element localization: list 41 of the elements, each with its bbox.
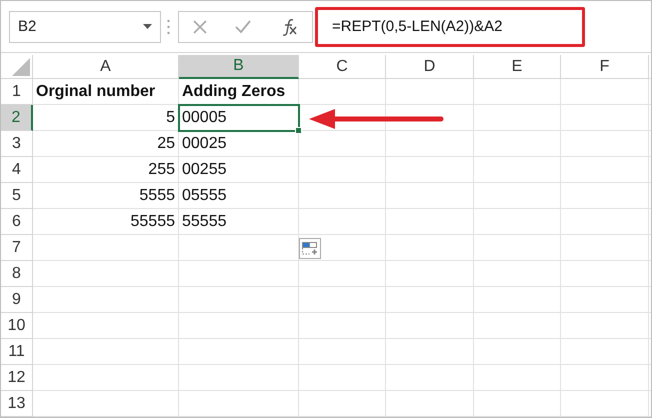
- table-cell[interactable]: 00005: [179, 105, 299, 131]
- row-header[interactable]: 2: [1, 105, 33, 131]
- name-box[interactable]: B2: [9, 10, 161, 42]
- table-cell[interactable]: 05555: [179, 183, 299, 209]
- row-header[interactable]: 5: [1, 183, 33, 209]
- cancel-icon[interactable]: [193, 20, 208, 34]
- fill-handle[interactable]: [295, 127, 302, 134]
- table-cell[interactable]: 00025: [179, 131, 299, 157]
- table-cell[interactable]: 25: [33, 131, 179, 157]
- column-header[interactable]: A: [33, 55, 179, 79]
- row-header[interactable]: 11: [1, 339, 33, 365]
- table-cell[interactable]: Adding Zeros: [179, 79, 299, 105]
- row-header[interactable]: 4: [1, 157, 33, 183]
- row-header[interactable]: 3: [1, 131, 33, 157]
- row-header[interactable]: 13: [1, 391, 33, 417]
- row-header[interactable]: 1: [1, 79, 33, 105]
- column-header[interactable]: F: [561, 55, 649, 79]
- column-header[interactable]: D: [386, 55, 474, 79]
- column-header[interactable]: E: [474, 55, 561, 79]
- paste-options-icon[interactable]: [299, 238, 321, 259]
- table-cell[interactable]: 5: [33, 105, 179, 131]
- table-cell[interactable]: 55555: [33, 209, 179, 235]
- select-all-corner[interactable]: [1, 55, 33, 79]
- cell-reference: B2: [18, 18, 36, 35]
- table-cell[interactable]: 00255: [179, 157, 299, 183]
- row-header[interactable]: 7: [1, 235, 33, 261]
- table-cell[interactable]: Orginal number: [33, 79, 179, 105]
- column-header[interactable]: B: [179, 55, 299, 79]
- column-header[interactable]: C: [299, 55, 386, 79]
- row-header[interactable]: 6: [1, 209, 33, 235]
- row-header[interactable]: 9: [1, 287, 33, 313]
- row-header[interactable]: 10: [1, 313, 33, 339]
- dropdown-caret-icon: [143, 24, 152, 29]
- check-icon[interactable]: [235, 20, 252, 34]
- table-cell[interactable]: 55555: [179, 209, 299, 235]
- row-header[interactable]: 8: [1, 261, 33, 287]
- formula-field[interactable]: =REPT(0,5-LEN(A2))&A2: [315, 6, 585, 46]
- row-header[interactable]: 12: [1, 365, 33, 391]
- drag-handle-icon[interactable]: [167, 18, 170, 34]
- table-cell[interactable]: 5555: [33, 183, 179, 209]
- table-cell[interactable]: 255: [33, 157, 179, 183]
